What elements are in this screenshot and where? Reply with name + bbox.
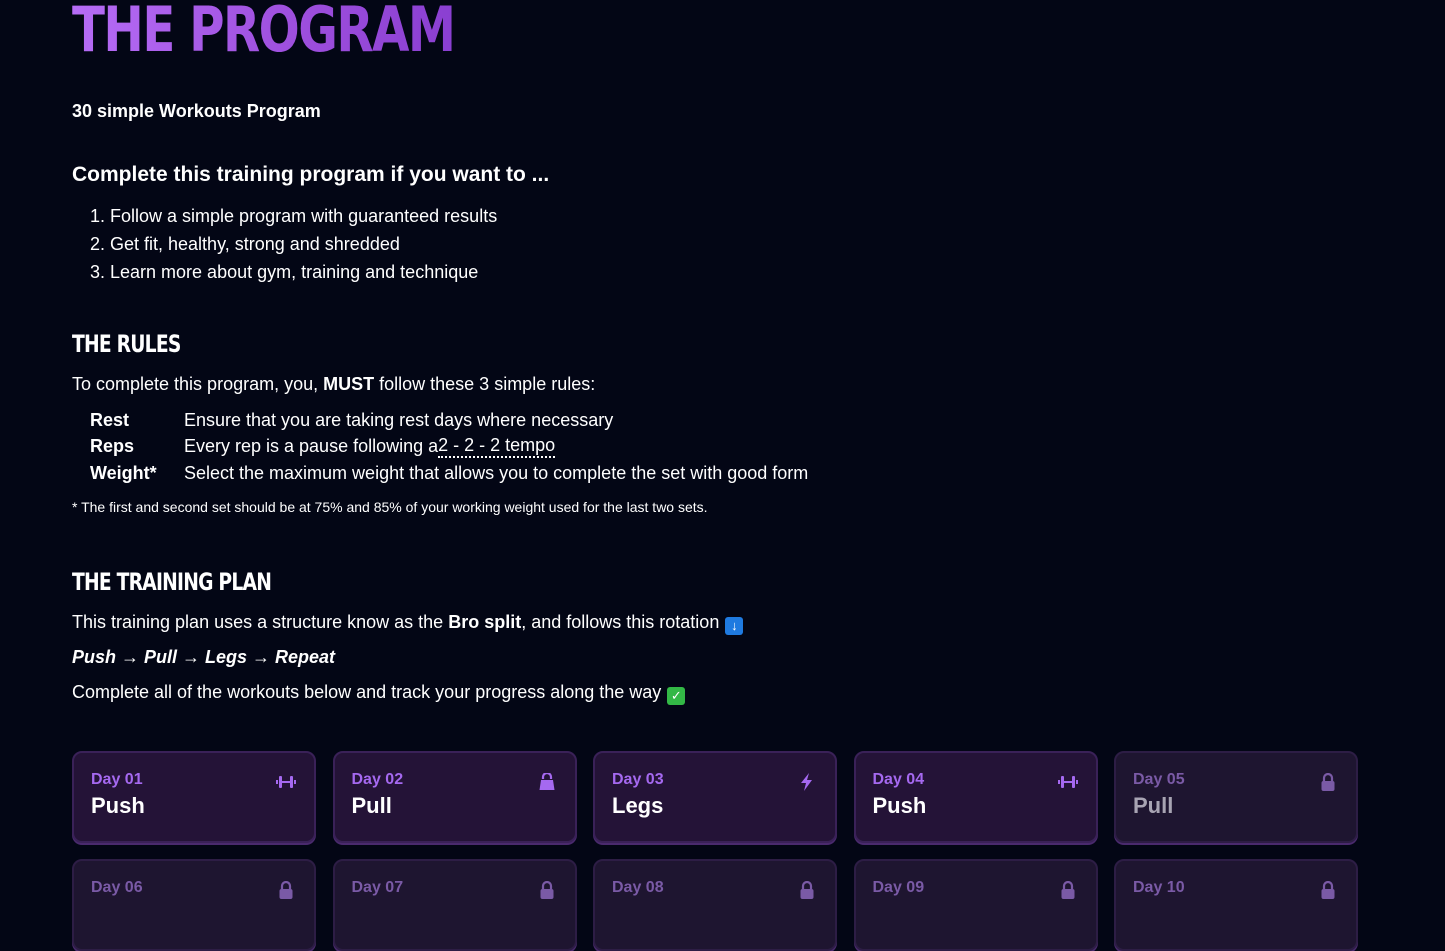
workout-name: Pull bbox=[351, 793, 392, 818]
lock-icon bbox=[276, 880, 296, 899]
workout-card-day-3[interactable]: Day 03 Legs bbox=[593, 751, 837, 843]
lock-icon bbox=[537, 880, 557, 899]
page-title: THE PROGRAM bbox=[72, 0, 456, 68]
tempo-tooltip-link[interactable]: 2 - 2 - 2 tempo bbox=[438, 435, 556, 459]
workout-card-day-5[interactable]: Day 05 Pull bbox=[1114, 751, 1358, 843]
dumbbell-icon bbox=[276, 773, 296, 791]
goal-item: 1. Follow a simple program with guarante… bbox=[90, 206, 498, 226]
track-progress-label: Complete all of the workouts below and t… bbox=[72, 682, 662, 702]
lock-icon bbox=[1058, 880, 1078, 899]
workout-day-label: Day 01 bbox=[91, 771, 143, 788]
lock-icon bbox=[1318, 772, 1338, 791]
goal-item: 2. Get fit, healthy, strong and shredded bbox=[90, 234, 400, 254]
goals-list: 1. Follow a simple program with guarante… bbox=[90, 202, 497, 286]
workout-card-day-10[interactable]: Day 10 bbox=[1114, 859, 1358, 951]
workout-day-label: Day 05 bbox=[1133, 771, 1185, 788]
rules-intro-text: To complete this program, you, bbox=[72, 374, 324, 394]
track-progress-text: Complete all of the workouts below and t… bbox=[72, 682, 686, 705]
plan-intro-emphasis: Bro split bbox=[448, 612, 522, 632]
rules-intro: To complete this program, you, MUST foll… bbox=[72, 374, 595, 395]
rules-title: THE RULES bbox=[72, 330, 181, 358]
lock-icon bbox=[797, 880, 817, 899]
workout-name: Pull bbox=[1133, 793, 1174, 818]
workout-day-label: Day 04 bbox=[872, 771, 925, 788]
program-subtitle: 30 simple Workouts Program bbox=[72, 101, 321, 121]
rule-row-reps: Reps Every rep is a pause following a 2 … bbox=[90, 434, 808, 461]
rule-text: Every rep is a pause following a bbox=[184, 436, 439, 457]
goal-item: 3. Learn more about gym, training and te… bbox=[90, 262, 479, 282]
workout-card-day-8[interactable]: Day 08 bbox=[593, 859, 837, 951]
workout-day-label: Day 10 bbox=[1133, 879, 1185, 896]
rule-row-rest: Rest Ensure that you are taking rest day… bbox=[90, 407, 808, 434]
workout-day-label: Day 07 bbox=[351, 879, 404, 896]
down-arrow-emoji-icon: ↓ bbox=[725, 617, 744, 635]
bolt-icon bbox=[797, 773, 817, 791]
dumbbell-icon bbox=[1057, 773, 1078, 791]
plan-intro: This training plan uses a structure know… bbox=[72, 612, 744, 635]
plan-intro-text: This training plan uses a structure know… bbox=[72, 612, 449, 632]
plan-intro-text-end: , and follows this rotation bbox=[521, 612, 720, 632]
rule-name: Reps bbox=[90, 436, 135, 457]
workout-card-day-7[interactable]: Day 07 bbox=[332, 859, 577, 951]
workout-card-day-2[interactable]: Day 02 Pull bbox=[332, 751, 577, 843]
workout-card-day-1[interactable]: Day 01 Push bbox=[72, 751, 316, 843]
rule-name: Weight* bbox=[90, 462, 157, 483]
rules-intro-emphasis: MUST bbox=[323, 374, 375, 394]
workout-day-label: Day 03 bbox=[612, 771, 664, 788]
workout-card-day-4[interactable]: Day 04 Push bbox=[853, 751, 1098, 843]
workout-day-label: Day 08 bbox=[612, 879, 664, 896]
workout-day-label: Day 02 bbox=[351, 771, 404, 788]
rule-row-weight: Weight* Select the maximum weight that a… bbox=[90, 460, 808, 487]
check-mark-emoji-icon: ✓ bbox=[667, 687, 686, 705]
lock-icon bbox=[1318, 880, 1338, 899]
workout-day-label: Day 06 bbox=[91, 879, 143, 896]
workout-name: Push bbox=[872, 793, 927, 818]
rotation-sequence: Push → Pull → Legs → Repeat bbox=[72, 647, 336, 667]
rules-intro-text-end: follow these 3 simple rules: bbox=[374, 374, 596, 394]
training-plan-title: THE TRAINING PLAN bbox=[72, 568, 272, 596]
rules-footnote: * The first and second set should be at … bbox=[72, 499, 708, 515]
rule-name: Rest bbox=[90, 409, 130, 430]
workout-name: Legs bbox=[612, 793, 664, 818]
workout-card-day-9[interactable]: Day 09 bbox=[853, 859, 1098, 951]
rules-table: Rest Ensure that you are taking rest day… bbox=[90, 407, 808, 487]
rule-text: Select the maximum weight that allows yo… bbox=[184, 462, 809, 483]
workout-day-label: Day 09 bbox=[872, 879, 925, 896]
workout-card-day-6[interactable]: Day 06 bbox=[72, 859, 316, 951]
kettlebell-icon bbox=[537, 771, 557, 791]
goals-heading: Complete this training program if you wa… bbox=[72, 163, 550, 186]
rule-text: Ensure that you are taking rest days whe… bbox=[184, 409, 614, 430]
workout-name: Push bbox=[91, 793, 145, 818]
